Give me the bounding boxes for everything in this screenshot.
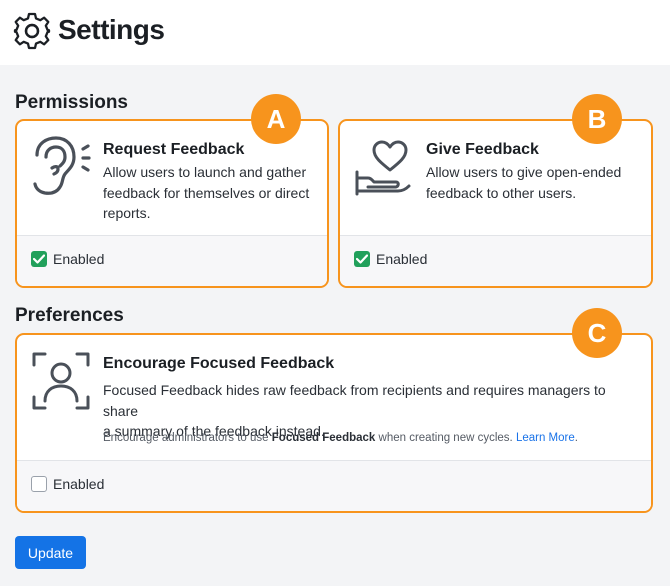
- description-line: Focused Feedback hides raw feedback from…: [103, 382, 606, 419]
- page-header: Settings: [0, 0, 670, 65]
- description-line: Allow users to launch and gather: [103, 164, 307, 180]
- learn-more-link[interactable]: Learn More: [516, 432, 575, 444]
- enabled-label[interactable]: Enabled: [53, 251, 104, 268]
- enabled-label[interactable]: Enabled: [376, 251, 427, 268]
- badge-a: A: [251, 94, 301, 144]
- enabled-checkbox[interactable]: [31, 251, 47, 267]
- checkmark-icon: [33, 254, 45, 264]
- card-note: Encourage administrators to use Focused …: [103, 430, 643, 446]
- description-line: feedback for themselves or direct: [103, 184, 310, 201]
- gear-icon: [13, 12, 51, 50]
- badge-c: C: [572, 308, 622, 358]
- note-text: when creating new cycles.: [375, 432, 516, 444]
- focused-feedback-card: Encourage Focused Feedback Focused Feedb…: [15, 333, 653, 513]
- give-feedback-card: Give Feedback Allow users to give open-e…: [338, 119, 653, 288]
- permissions-heading: Permissions: [15, 92, 128, 113]
- page-title: Settings: [58, 14, 165, 45]
- card-title: Give Feedback: [426, 141, 539, 158]
- card-footer: Enabled: [17, 460, 651, 511]
- card-footer: Enabled: [17, 235, 327, 286]
- card-title: Encourage Focused Feedback: [103, 355, 335, 372]
- description-line: reports.: [103, 205, 151, 221]
- card-description: Allow users to give open-ended feedback …: [426, 162, 651, 203]
- ear-icon: [33, 136, 91, 195]
- description-line: feedback to other users.: [426, 184, 577, 201]
- card-footer: Enabled: [340, 235, 651, 286]
- enabled-checkbox[interactable]: [354, 251, 370, 267]
- person-frame-icon: [32, 352, 90, 410]
- enabled-checkbox[interactable]: [31, 476, 47, 492]
- badge-b: B: [572, 94, 622, 144]
- enabled-label[interactable]: Enabled: [53, 476, 104, 493]
- description-line: Allow users to give open-ended: [426, 164, 622, 180]
- preferences-heading: Preferences: [15, 305, 124, 326]
- update-button[interactable]: Update: [15, 536, 86, 569]
- checkmark-icon: [356, 254, 368, 264]
- card-title: Request Feedback: [103, 141, 245, 158]
- note-text: .: [574, 432, 578, 444]
- note-emphasis: Focused Feedback: [271, 432, 376, 444]
- hand-heart-icon: [355, 140, 411, 196]
- card-description: Allow users to launch and gather feedbac…: [103, 162, 327, 224]
- note-text: Encourage administrators to use: [103, 432, 272, 444]
- request-feedback-card: Request Feedback Allow users to launch a…: [15, 119, 329, 288]
